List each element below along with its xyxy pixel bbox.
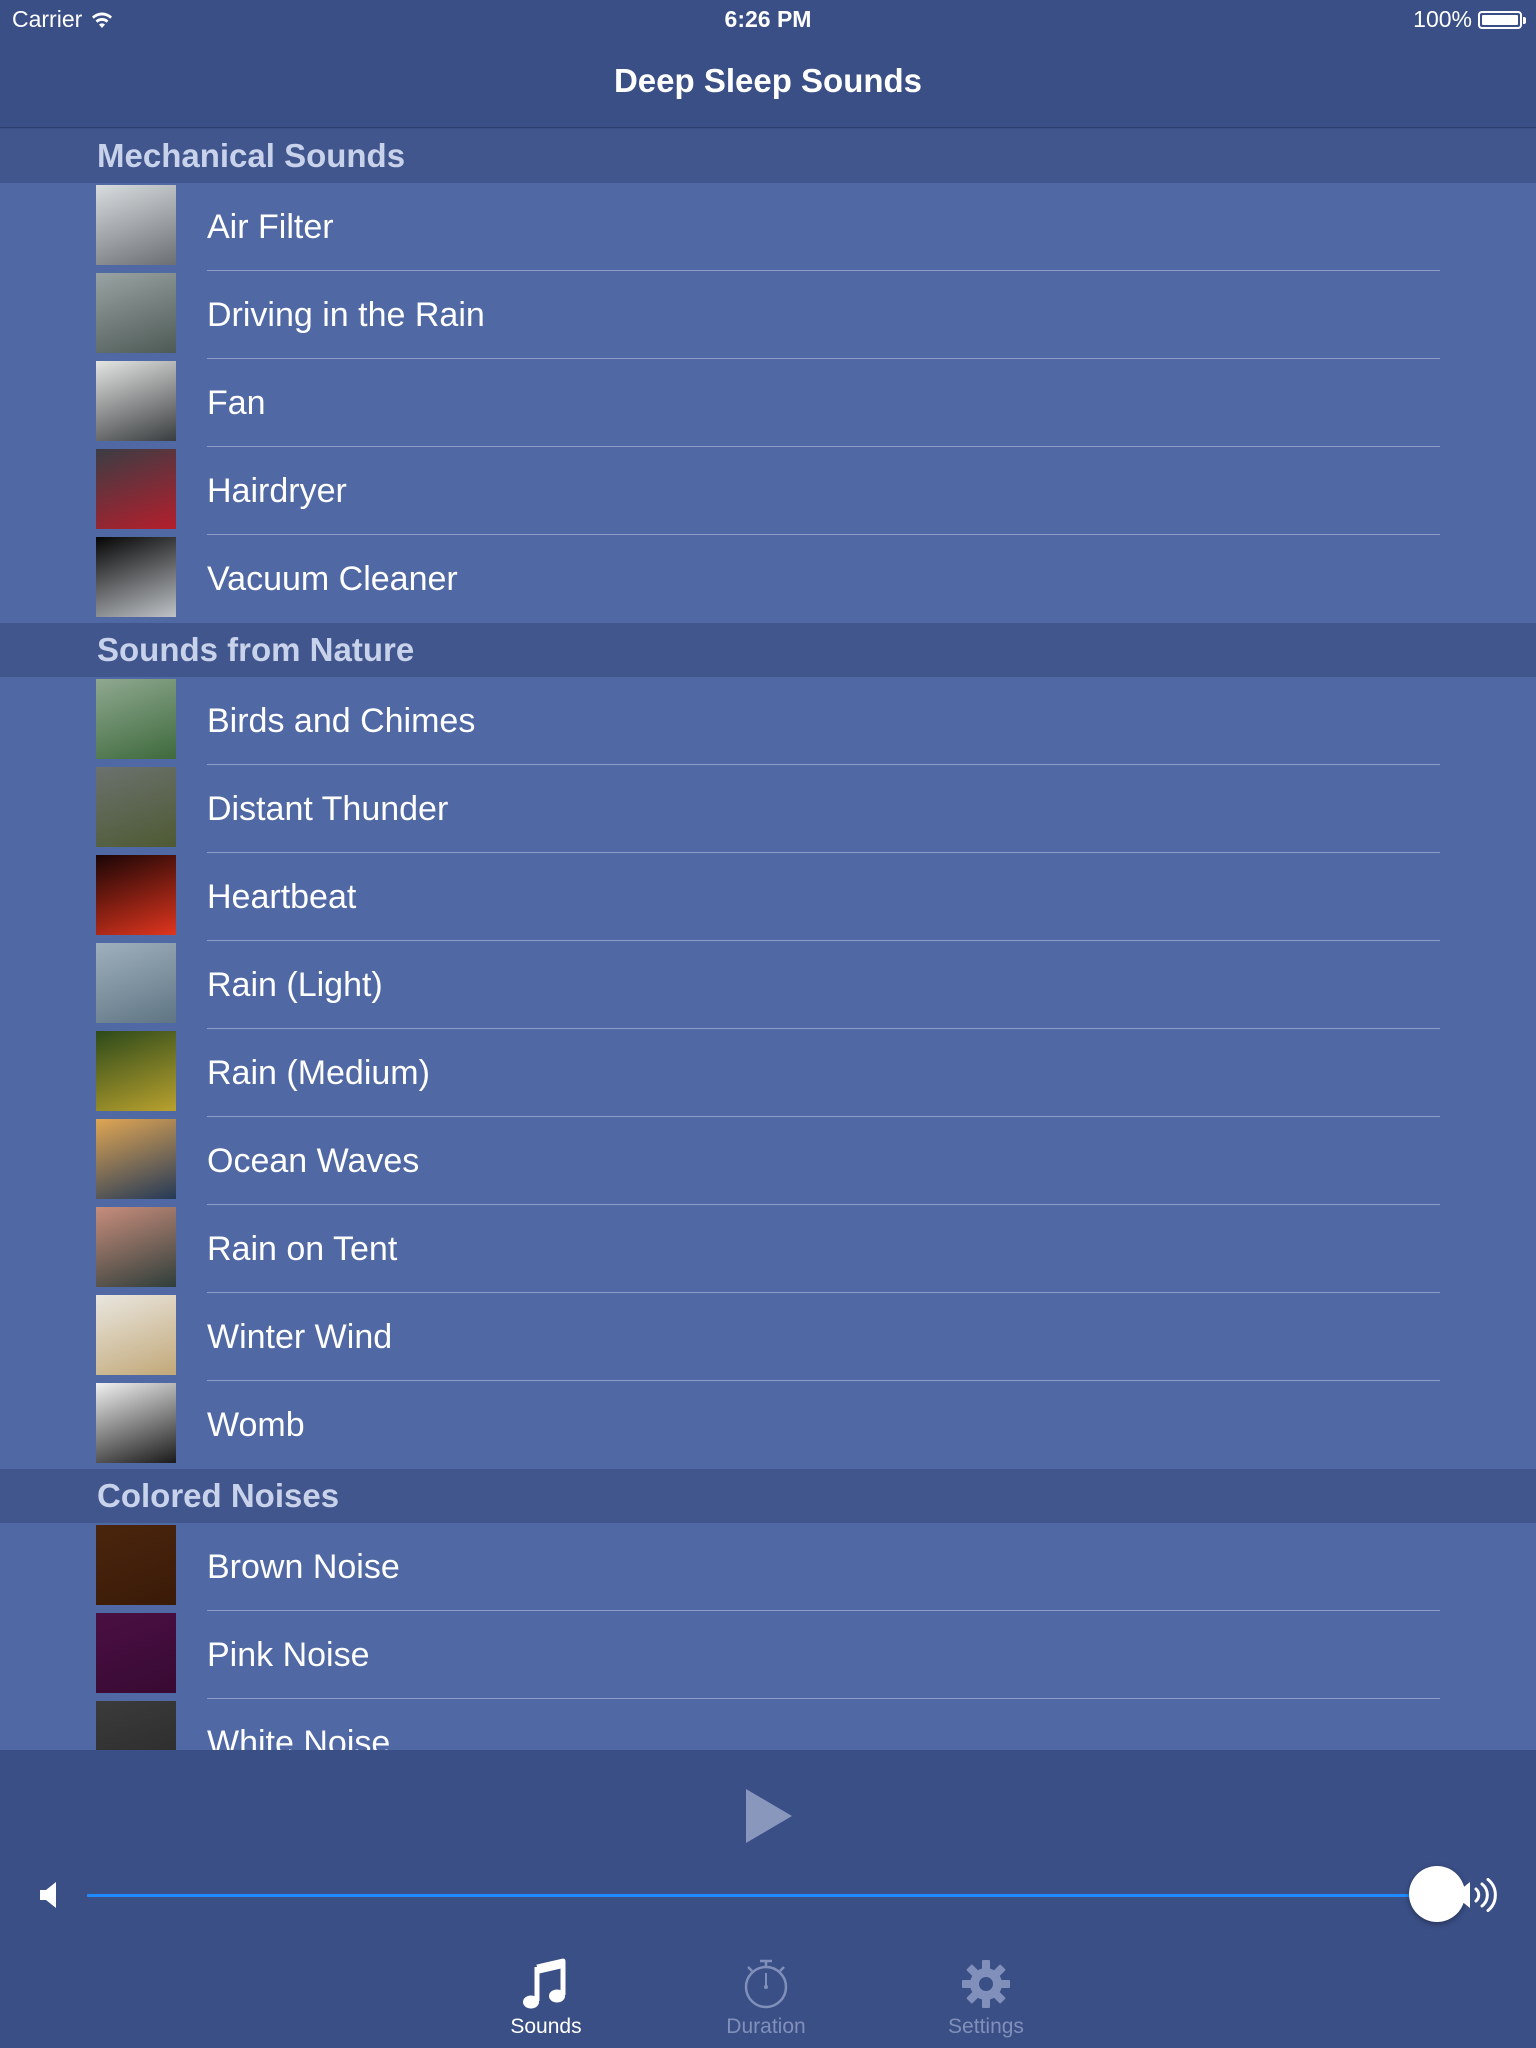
sound-thumbnail (96, 537, 176, 617)
sound-row[interactable]: Hairdryer (0, 447, 1536, 535)
battery-percent: 100% (1413, 6, 1472, 32)
sound-row[interactable]: Distant Thunder (0, 765, 1536, 853)
sound-thumbnail (96, 767, 176, 847)
gear-icon (962, 1960, 1010, 2008)
music-note-icon (523, 1958, 566, 2009)
sound-label: Rain (Light) (207, 966, 383, 1004)
tab-sounds-label: Sounds (510, 2015, 582, 2038)
section-header: Colored Noises (0, 1469, 1536, 1523)
sound-label: Womb (207, 1406, 305, 1444)
volume-slider[interactable] (87, 1866, 1466, 1924)
section-header: Mechanical Sounds (0, 129, 1536, 183)
speaker-low-icon (40, 1882, 56, 1908)
sound-label: Air Filter (207, 208, 334, 246)
sound-thumbnail (96, 1525, 176, 1605)
sound-thumbnail (96, 185, 176, 265)
sound-label: Driving in the Rain (207, 296, 485, 334)
navigation-bar: Deep Sleep Sounds (0, 40, 1536, 128)
sound-thumbnail (96, 1207, 176, 1287)
sound-row[interactable]: Winter Wind (0, 1293, 1536, 1381)
play-icon (746, 1789, 792, 1843)
sound-row[interactable]: Air Filter (0, 183, 1536, 271)
sound-label: Birds and Chimes (207, 702, 476, 740)
sound-list[interactable]: Mechanical Sounds Air Filter Driving in th… (0, 129, 1536, 1750)
sound-thumbnail (96, 273, 176, 353)
sound-label: Brown Noise (207, 1548, 400, 1586)
sound-thumbnail (96, 449, 176, 529)
sound-row[interactable]: Rain on Tent (0, 1205, 1536, 1293)
sound-row[interactable]: Rain (Medium) (0, 1029, 1536, 1117)
tab-settings-label: Settings (948, 2015, 1024, 2038)
speaker-high-icon (1454, 1878, 1497, 1912)
status-time: 6:26 PM (724, 6, 812, 32)
section-header: Sounds from Nature (0, 623, 1536, 677)
sound-label: Heartbeat (207, 878, 357, 916)
tab-sounds[interactable]: Sounds (456, 1945, 636, 2048)
sound-thumbnail (96, 361, 176, 441)
sound-row[interactable]: Heartbeat (0, 853, 1536, 941)
sound-label: White Noise (207, 1724, 391, 1750)
sound-thumbnail (96, 1701, 176, 1750)
sound-thumbnail (96, 1383, 176, 1463)
status-right: 100% (1413, 6, 1526, 33)
sound-row[interactable]: Pink Noise (0, 1611, 1536, 1699)
sound-thumbnail (96, 1613, 176, 1693)
sound-row[interactable]: Fan (0, 359, 1536, 447)
sound-label: Winter Wind (207, 1318, 393, 1356)
battery-icon (1478, 10, 1526, 29)
sound-label: Vacuum Cleaner (207, 560, 458, 598)
sound-thumbnail (96, 1031, 176, 1111)
sound-label: Fan (207, 384, 266, 422)
sound-row[interactable]: Brown Noise (0, 1523, 1536, 1611)
app-window: Carrier 6:26 PM 100% Deep Sleep Sounds M… (0, 0, 1536, 2048)
status-bar: Carrier 6:26 PM 100% (0, 0, 1536, 40)
sound-label: Hairdryer (207, 472, 347, 510)
sound-row[interactable]: Womb (0, 1381, 1536, 1469)
play-button[interactable] (740, 1786, 800, 1846)
sound-row[interactable]: Driving in the Rain (0, 271, 1536, 359)
tab-duration[interactable]: Duration (676, 1945, 856, 2048)
sound-label: Rain on Tent (207, 1230, 398, 1268)
tab-settings[interactable]: Settings (896, 1945, 1076, 2048)
sound-thumbnail (96, 1295, 176, 1375)
sound-label: Ocean Waves (207, 1142, 420, 1180)
sound-label: Rain (Medium) (207, 1054, 430, 1092)
sound-thumbnail (96, 679, 176, 759)
tab-duration-label: Duration (726, 2015, 806, 2038)
sound-row[interactable]: White Noise (0, 1699, 1536, 1750)
tab-bar: Sounds Duration Settings (0, 1945, 1536, 2048)
sound-label: Distant Thunder (207, 790, 449, 828)
sound-row[interactable]: Birds and Chimes (0, 677, 1536, 765)
sound-thumbnail (96, 943, 176, 1023)
sound-thumbnail (96, 1119, 176, 1199)
stopwatch-icon (744, 1959, 788, 2009)
sound-row[interactable]: Ocean Waves (0, 1117, 1536, 1205)
sound-label: Pink Noise (207, 1636, 370, 1674)
volume-fill (87, 1894, 1438, 1897)
page-title: Deep Sleep Sounds (613, 62, 923, 99)
sound-thumbnail (96, 855, 176, 935)
sound-row[interactable]: Vacuum Cleaner (0, 535, 1536, 623)
sound-row[interactable]: Rain (Light) (0, 941, 1536, 1029)
